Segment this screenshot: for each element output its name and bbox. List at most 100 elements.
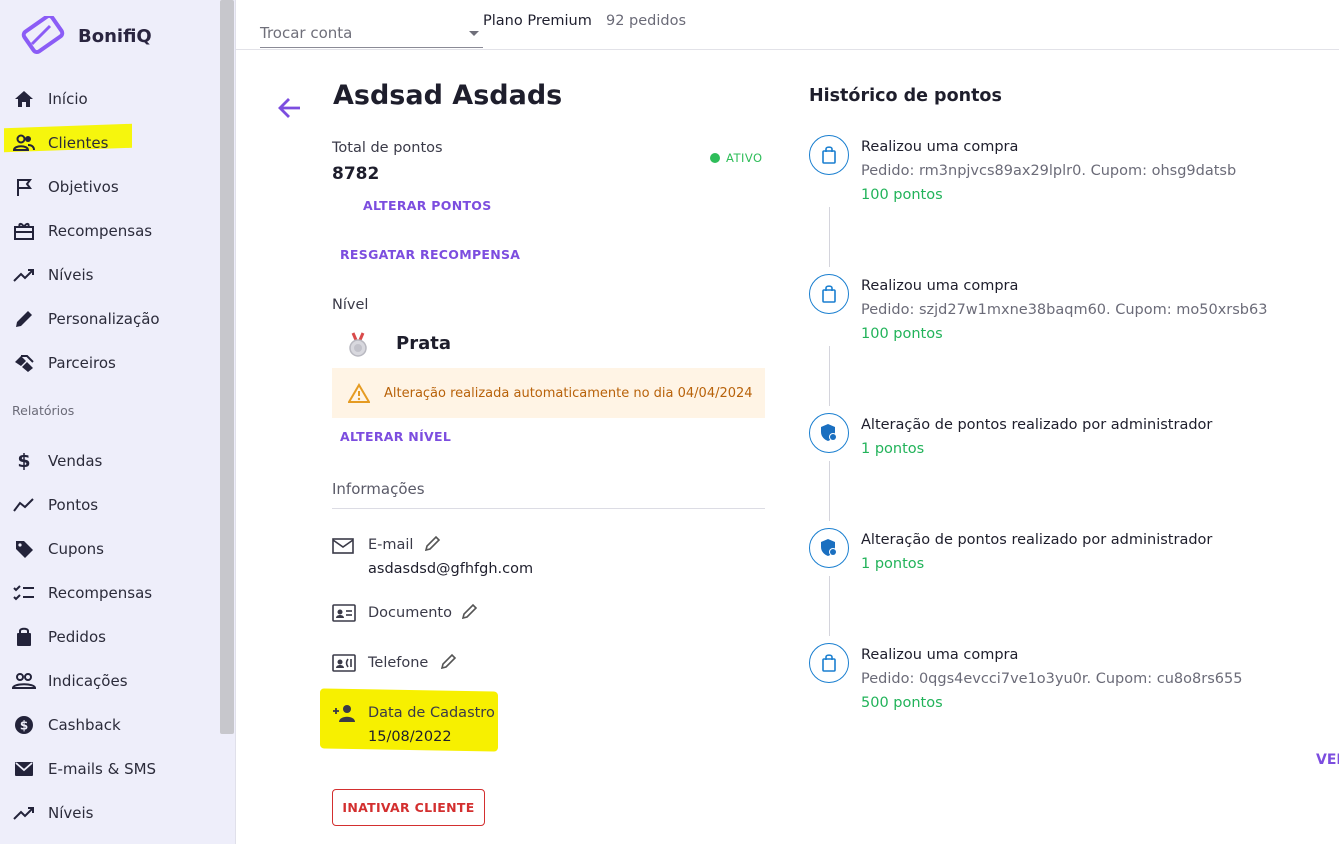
history-event-title: Alteração de pontos realizado por admini… <box>861 417 1213 433</box>
status-dot <box>710 153 720 163</box>
timeline-icon <box>809 135 849 175</box>
sidebar-item-label: Níveis <box>48 266 94 284</box>
alter-points-button[interactable]: ALTERAR PONTOS <box>363 198 492 213</box>
trend-icon <box>12 493 36 517</box>
sidebar-item-indicacoes[interactable]: Indicações <box>0 659 218 703</box>
timeline-connector <box>829 461 830 521</box>
home-icon <box>12 87 36 111</box>
trend-icon <box>12 801 36 825</box>
tag-icon <box>12 537 36 561</box>
brand-name: BonifiQ <box>78 25 152 47</box>
signup-date-label: Data de Cadastro <box>368 705 495 721</box>
inactivate-client-button[interactable]: INATIVAR CLIENTE <box>332 789 485 826</box>
sidebar-item-niveis-relatorio[interactable]: Níveis <box>0 791 218 835</box>
sidebar-item-pontos[interactable]: Pontos <box>0 483 218 527</box>
users-icon <box>12 131 36 155</box>
level-alert: Alteração realizada automaticamente no d… <box>332 368 765 418</box>
back-button[interactable] <box>276 94 304 126</box>
sidebar-item-objetivos[interactable]: Objetivos <box>0 165 218 209</box>
timeline-connector <box>829 576 830 636</box>
sidebar-item-label: Personalização <box>48 310 160 328</box>
card-logo-icon <box>21 16 65 55</box>
divider <box>332 508 765 509</box>
medal-icon <box>346 332 370 362</box>
checklist-icon <box>12 581 36 605</box>
info-section-label: Informações <box>332 480 425 498</box>
arrow-left-icon <box>278 98 300 118</box>
redeem-reward-button[interactable]: RESGATAR RECOMPENSA <box>340 247 520 262</box>
edit-email-icon[interactable] <box>425 535 441 551</box>
email-label: E-mail <box>368 537 414 553</box>
sidebar-item-vendas[interactable]: $ Vendas <box>0 439 218 483</box>
people-icon <box>12 669 36 693</box>
plan-label: Plano Premium <box>483 13 592 29</box>
sidebar-item-label: Níveis <box>48 804 94 822</box>
sidebar: BonifiQ Início Clientes Objetivos Recomp… <box>0 0 236 844</box>
history-event-points: 100 pontos <box>861 326 943 342</box>
alert-text: Alteração realizada automaticamente no d… <box>384 385 753 401</box>
timeline-icon <box>809 643 849 683</box>
orders-count: 92 pedidos <box>606 13 687 29</box>
history-event-desc: Pedido: 0qgs4evcci7ve1o3yu0r. Cupom: cu8… <box>861 671 1243 687</box>
sidebar-item-label: Recompensas <box>48 222 153 240</box>
shield-user-icon <box>821 539 837 556</box>
warning-icon <box>348 383 370 403</box>
dollar-icon: $ <box>17 450 31 472</box>
history-event-points: 1 pontos <box>861 556 925 572</box>
status-badge: ATIVO <box>710 151 763 165</box>
sidebar-item-label: Cupons <box>48 540 105 558</box>
bag-icon <box>822 285 836 303</box>
id-card-icon <box>332 604 356 622</box>
sidebar-item-cashback[interactable]: $ Cashback <box>0 703 218 747</box>
sidebar-item-label: Início <box>48 90 88 108</box>
alter-level-button[interactable]: ALTERAR NÍVEL <box>340 429 451 444</box>
client-name: Asdsad Asdads <box>333 80 563 111</box>
sidebar-item-personalizacao[interactable]: Personalização <box>0 297 218 341</box>
level-name: Prata <box>396 333 451 354</box>
timeline-icon <box>809 528 849 568</box>
cashback-icon: $ <box>12 713 36 737</box>
view-more-link[interactable]: VER <box>1316 752 1339 768</box>
history-event-title: Alteração de pontos realizado por admini… <box>861 532 1213 548</box>
history-event-points: 500 pontos <box>861 695 943 711</box>
handshake-icon <box>12 351 36 375</box>
sidebar-item-niveis[interactable]: Níveis <box>0 253 218 297</box>
topbar: Trocar conta Plano Premium 92 pedidos <box>236 0 1339 50</box>
sidebar-item-label: E-mails & SMS <box>48 760 157 778</box>
bag-icon <box>12 625 36 649</box>
sidebar-item-recompensas-relatorio[interactable]: Recompensas <box>0 571 218 615</box>
sidebar-item-label: Indicações <box>48 672 128 690</box>
sidebar-item-recompensas[interactable]: Recompensas <box>0 209 218 253</box>
sidebar-item-label: Objetivos <box>48 178 119 196</box>
edit-document-icon[interactable] <box>462 603 478 619</box>
edit-phone-icon[interactable] <box>441 653 457 669</box>
logo[interactable]: BonifiQ <box>18 16 152 56</box>
timeline-icon <box>809 274 849 314</box>
history-event-points: 1 pontos <box>861 441 925 457</box>
sidebar-scrollbar[interactable] <box>220 0 234 734</box>
sidebar-item-clientes[interactable]: Clientes <box>0 121 218 165</box>
sidebar-item-inicio[interactable]: Início <box>0 77 218 121</box>
account-select-placeholder: Trocar conta <box>260 24 353 42</box>
points-label: Total de pontos <box>332 140 443 156</box>
history-event-title: Realizou uma compra <box>861 647 1019 663</box>
timeline-connector <box>829 346 830 406</box>
sidebar-item-label: Parceiros <box>48 354 116 372</box>
sidebar-item-cupons[interactable]: Cupons <box>0 527 218 571</box>
sidebar-item-emails-sms[interactable]: E-mails & SMS <box>0 747 218 791</box>
sidebar-item-label: Cashback <box>48 716 121 734</box>
phone-label: Telefone <box>368 655 429 671</box>
section-label-relatorios: Relatórios <box>12 403 75 418</box>
sidebar-item-pedidos[interactable]: Pedidos <box>0 615 218 659</box>
sidebar-item-parceiros[interactable]: Parceiros <box>0 341 218 385</box>
email-value: asdasdsd@gfhfgh.com <box>368 561 534 577</box>
contact-phone-icon <box>332 654 356 672</box>
document-label: Documento <box>368 605 452 621</box>
shield-user-icon <box>821 424 837 441</box>
account-select[interactable]: Trocar conta <box>260 16 483 48</box>
chevron-down-icon <box>469 31 479 36</box>
signup-date-value: 15/08/2022 <box>368 729 452 745</box>
bag-icon <box>822 146 836 164</box>
status-text: ATIVO <box>726 151 763 165</box>
history-title: Histórico de pontos <box>809 86 1002 106</box>
